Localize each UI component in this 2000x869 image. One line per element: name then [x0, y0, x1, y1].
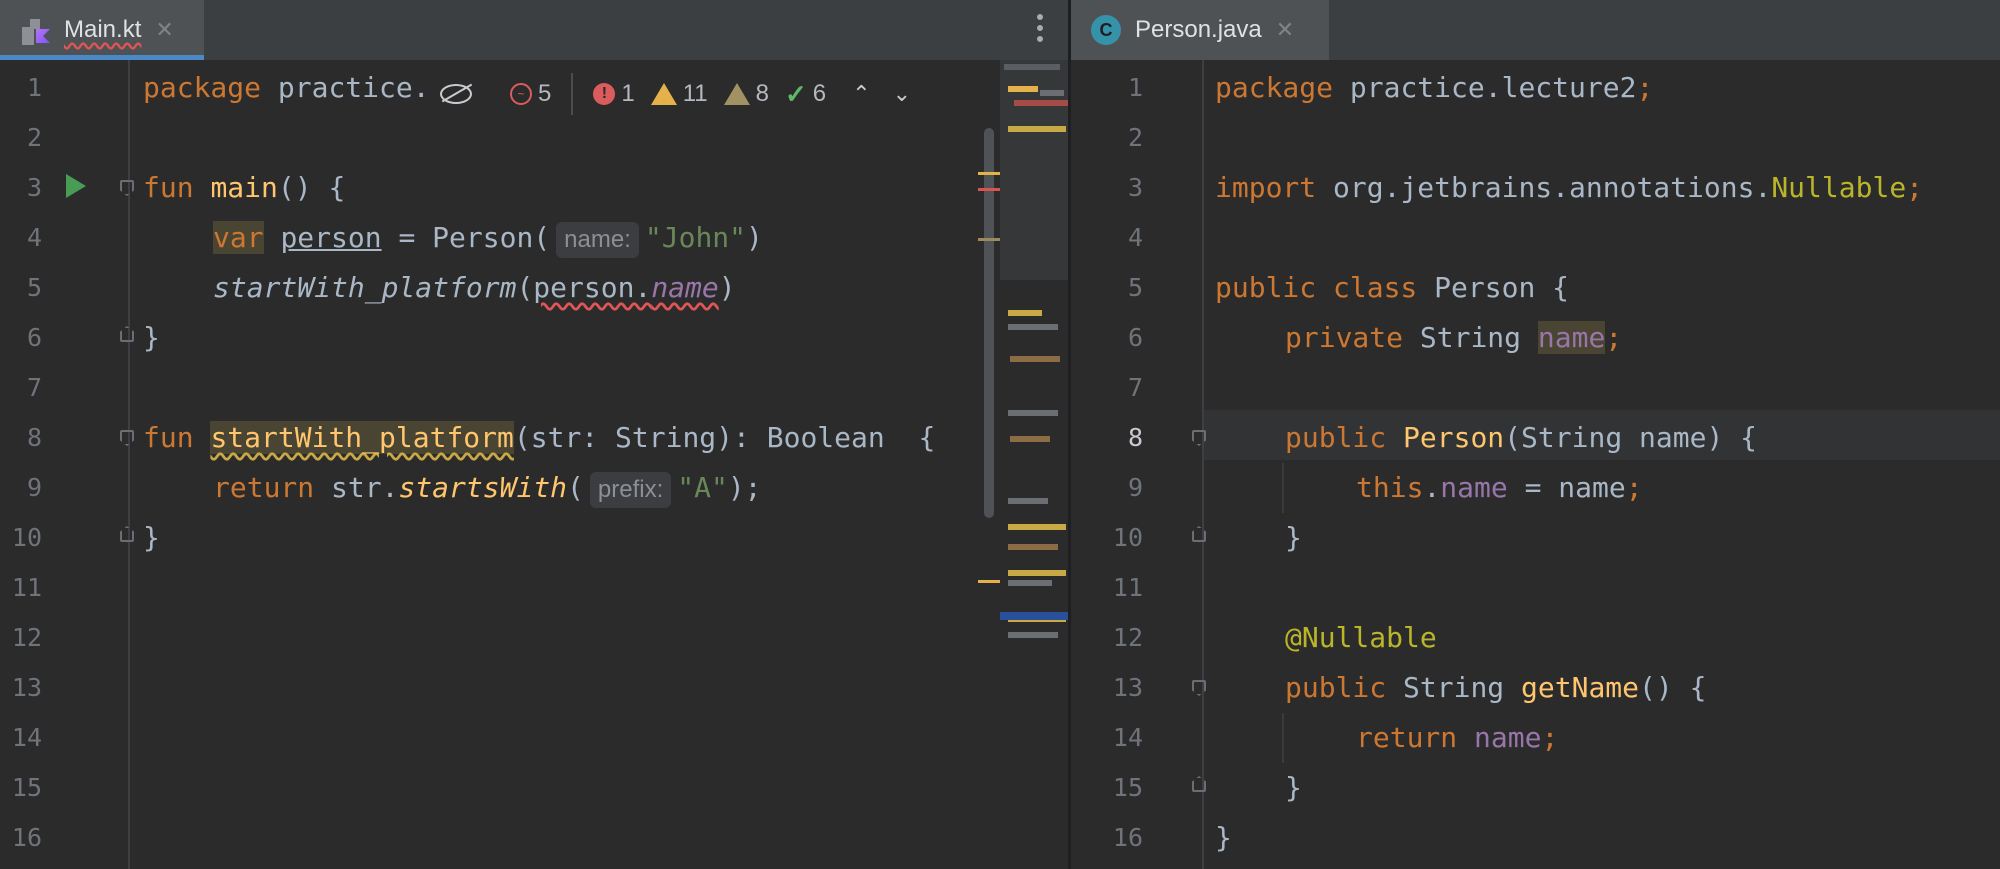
code-line-8[interactable]: public Person(String name) {	[1285, 413, 1757, 463]
fold-start-icon[interactable]	[120, 430, 134, 446]
code-line-14[interactable]: return name;	[1356, 713, 1558, 763]
warning-icon	[650, 83, 677, 105]
line-number: 15	[11, 773, 42, 802]
indent-guide	[1282, 463, 1284, 513]
line-number: 11	[11, 573, 42, 602]
code-line-8[interactable]: fun startWith_platform(str: String): Boo…	[143, 413, 935, 463]
line-number: 16	[11, 823, 42, 852]
tab-label: Person.java	[1135, 16, 1262, 43]
code-line-10[interactable]: }	[143, 513, 160, 563]
code-line-6[interactable]: }	[143, 313, 160, 363]
right-tab-bar: C Person.java ✕	[1071, 0, 2000, 61]
line-number: 5	[1127, 273, 1143, 302]
code-line-13[interactable]: public String getName() {	[1285, 663, 1706, 713]
code-line-9[interactable]: this.name = name;	[1356, 463, 1643, 513]
line-number: 14	[11, 723, 42, 752]
line-number: 12	[1112, 623, 1143, 652]
code-line-1[interactable]: package practice.lecture2;	[1215, 63, 1653, 113]
code-line-5[interactable]: public class Person {	[1215, 263, 1569, 313]
right-editor-pane: C Person.java ✕ 1 2 3 4 5 6 7 8 9 10 11 …	[1071, 0, 2000, 869]
line-number: 3	[1127, 173, 1143, 202]
vertical-scrollbar[interactable]	[984, 128, 994, 518]
tab-person-java[interactable]: C Person.java ✕	[1071, 0, 1329, 60]
close-icon[interactable]: ✕	[155, 17, 173, 43]
chevron-up-icon[interactable]: ⌃	[852, 81, 870, 107]
left-editor-pane: Main.kt ✕ 1 2 3 4 5 6 7 8 9 10 11 12 13 …	[0, 0, 1068, 869]
line-number: 5	[26, 273, 42, 302]
warning-count[interactable]: 11	[650, 80, 708, 108]
kotlin-file-icon	[22, 13, 52, 47]
line-number: 2	[1127, 123, 1143, 152]
fold-end-icon[interactable]	[120, 526, 134, 542]
line-number: 4	[26, 223, 42, 252]
line-number: 12	[11, 623, 42, 652]
left-tab-bar: Main.kt ✕	[0, 0, 1068, 61]
line-number: 2	[26, 123, 42, 152]
line-number: 15	[1112, 773, 1143, 802]
ok-count[interactable]: ✓ 6	[785, 79, 826, 110]
tab-main-kt[interactable]: Main.kt ✕	[0, 0, 204, 60]
line-number: 16	[1112, 823, 1143, 852]
typo-icon: ~	[510, 83, 532, 105]
code-line-10[interactable]: }	[1285, 513, 1302, 563]
line-number: 9	[1127, 473, 1143, 502]
line-number: 7	[26, 373, 42, 402]
fold-start-icon[interactable]	[120, 180, 134, 196]
line-number: 14	[1112, 723, 1143, 752]
code-line-6[interactable]: private String name;	[1285, 313, 1622, 363]
error-stripe[interactable]	[978, 188, 1000, 191]
warning-stripe[interactable]	[978, 172, 1000, 175]
error-icon: !	[593, 83, 616, 105]
fold-end-icon[interactable]	[120, 326, 134, 342]
weak-warning-stripe[interactable]	[978, 238, 1000, 241]
code-line-1[interactable]: package practice.	[143, 63, 430, 113]
weak-warning-icon	[723, 83, 750, 105]
line-number: 6	[26, 323, 42, 352]
warning-stripe[interactable]	[978, 580, 1000, 583]
code-line-15[interactable]: }	[1285, 763, 1302, 813]
reader-mode-icon[interactable]	[440, 84, 472, 104]
chevron-down-icon[interactable]: ⌄	[893, 81, 911, 107]
code-line-3[interactable]: import org.jetbrains.annotations.Nullabl…	[1215, 163, 1923, 213]
code-line-16[interactable]: }	[1215, 813, 1232, 863]
typo-count[interactable]: ~5	[510, 80, 551, 108]
line-number: 7	[1127, 373, 1143, 402]
line-number: 9	[26, 473, 42, 502]
line-number: 13	[1112, 673, 1143, 702]
minimap[interactable]	[1000, 60, 1068, 650]
weak-warning-count[interactable]: 8	[723, 80, 769, 108]
code-line-4[interactable]: var person = Person(name: "John")	[213, 213, 763, 263]
check-icon: ✓	[785, 78, 807, 109]
line-number: 8	[26, 423, 42, 452]
line-number: 4	[1127, 223, 1143, 252]
line-number: 1	[26, 73, 42, 102]
gutter-separator	[1202, 60, 1204, 869]
line-number: 10	[1112, 523, 1143, 552]
line-number: 3	[26, 173, 42, 202]
line-number: 10	[11, 523, 42, 552]
code-line-9[interactable]: return str.startsWith(prefix: "A");	[213, 463, 762, 513]
more-icon[interactable]	[1036, 14, 1044, 46]
parameter-hint: prefix:	[589, 472, 672, 508]
code-line-3[interactable]: fun main() {	[143, 163, 345, 213]
line-number: 1	[1127, 73, 1143, 102]
tab-label: Main.kt	[64, 16, 142, 43]
run-icon[interactable]	[66, 174, 86, 198]
line-number: 13	[11, 673, 42, 702]
indent-guide	[1282, 713, 1284, 763]
line-number: 6	[1127, 323, 1143, 352]
class-icon: C	[1091, 15, 1121, 45]
close-icon[interactable]: ✕	[1276, 17, 1294, 43]
code-line-5[interactable]: startWith_platform(person.name)	[213, 263, 736, 313]
separator	[571, 73, 574, 115]
line-number: 11	[1112, 573, 1143, 602]
line-number-current: 8	[1127, 423, 1143, 452]
active-tab-indicator	[0, 55, 204, 60]
inspection-widget[interactable]: ~5 ! 1 11 8 ✓ 6 ⌃ ⌄	[440, 70, 912, 118]
error-count[interactable]: ! 1	[593, 80, 635, 108]
code-line-12[interactable]: @Nullable	[1285, 613, 1437, 663]
parameter-hint: name:	[556, 222, 639, 258]
